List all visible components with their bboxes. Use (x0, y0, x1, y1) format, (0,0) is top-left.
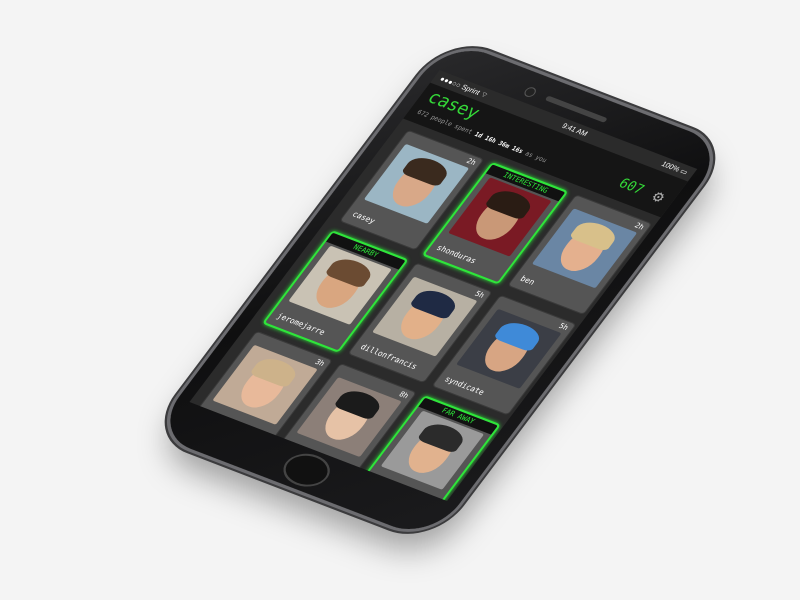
card-time: 5h (472, 289, 487, 300)
front-camera (522, 85, 539, 99)
card-username: shonduras (434, 242, 479, 266)
screen: ●●●○○ Sprint ⌔ 9:41 AM 100% ▭ casey 607 … (189, 70, 698, 501)
profile-photo (531, 208, 638, 289)
card-username: jeromejarre (274, 311, 328, 337)
phone-device: ●●●○○ Sprint ⌔ 9:41 AM 100% ▭ casey 607 … (151, 38, 729, 542)
card-username: syndicate (442, 374, 487, 397)
card-time: 8h (397, 390, 411, 401)
profile-photo (456, 308, 562, 389)
card-username: casey (350, 209, 378, 226)
stage: ●●●○○ Sprint ⌔ 9:41 AM 100% ▭ casey 607 … (0, 0, 800, 600)
card-time: 2h (464, 156, 478, 168)
card-time: 3h (313, 357, 327, 369)
card-time: 2h (632, 221, 646, 232)
summary-suffix: as you (519, 148, 549, 165)
card-time: 5h (556, 321, 571, 333)
people-count: 607 (615, 176, 648, 198)
gear-icon[interactable]: ⚙ (648, 186, 670, 207)
card-username: ben (518, 273, 538, 287)
